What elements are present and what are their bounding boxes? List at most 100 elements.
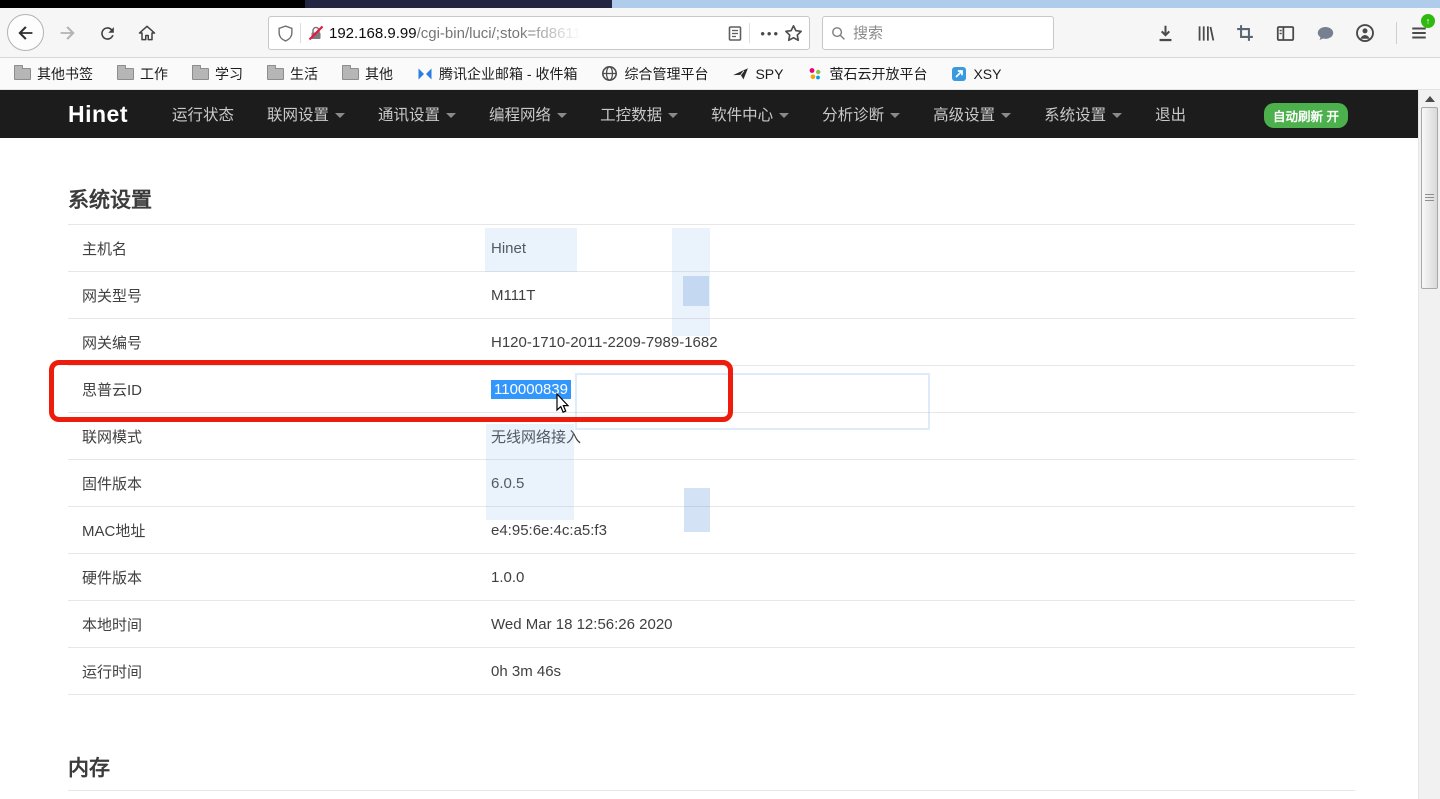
table-row-firmware-version: 固件版本 6.0.5 <box>68 460 1355 507</box>
nav-item-label: 分析诊断 <box>822 103 884 125</box>
bookmark-label: 其他书签 <box>37 64 93 84</box>
folder-icon <box>117 68 134 80</box>
bookmark-management-platform[interactable]: 综合管理平台 <box>601 64 708 84</box>
row-label: 本地时间 <box>68 614 491 635</box>
caret-down-icon <box>446 113 456 118</box>
row-value: 0h 3m 46s <box>491 663 561 680</box>
xsy-arrow-icon <box>951 66 967 82</box>
compression-artifact <box>684 488 710 532</box>
scrollbar-thumb[interactable] <box>1421 107 1438 289</box>
bookmark-folder-misc[interactable]: 其他 <box>342 64 393 84</box>
bookmark-spy[interactable]: SPY <box>732 65 783 82</box>
scrollbar-up-arrow[interactable] <box>1423 93 1437 105</box>
page-actions-icon[interactable]: ••• <box>760 26 780 41</box>
auto-refresh-badge[interactable]: 自动刷新 开 <box>1264 103 1348 128</box>
messenger-extension-button[interactable] <box>1310 18 1340 48</box>
nav-item-advanced-settings[interactable]: 高级设置 <box>933 103 1011 125</box>
bookmark-xsy[interactable]: XSY <box>951 66 1001 82</box>
nav-item-industrial-data[interactable]: 工控数据 <box>600 103 678 125</box>
nav-item-logout[interactable]: 退出 <box>1155 103 1186 125</box>
annotation-red-box <box>49 360 733 422</box>
nav-item-label: 运行状态 <box>172 103 234 125</box>
bookmark-folder-life[interactable]: 生活 <box>267 64 318 84</box>
bookmark-label: 综合管理平台 <box>624 64 708 84</box>
downloads-button[interactable] <box>1150 18 1180 48</box>
window-titlebar <box>0 0 1440 8</box>
reader-mode-icon[interactable] <box>727 25 743 42</box>
caret-down-icon <box>890 113 900 118</box>
bookmark-label: SPY <box>755 66 783 82</box>
bookmark-ezviz-platform[interactable]: 萤石云开放平台 <box>807 64 927 84</box>
nav-item-label: 软件中心 <box>711 103 773 125</box>
nav-item-diagnostics[interactable]: 分析诊断 <box>822 103 900 125</box>
url-path: /cgi-bin/luci/;stok=fd8611 <box>417 25 581 42</box>
row-label: 网关编号 <box>68 332 491 353</box>
tracking-shield-icon[interactable] <box>277 25 294 42</box>
nav-item-system-settings[interactable]: 系统设置 <box>1044 103 1122 125</box>
account-icon <box>1355 23 1375 43</box>
sidebar-button[interactable] <box>1270 18 1300 48</box>
row-label: 运行时间 <box>68 661 491 682</box>
search-icon <box>831 26 846 41</box>
bookmarks-bar: 其他书签 工作 学习 生活 其他 腾讯企业邮箱 - 收件箱 综合管理平台 SPY <box>0 58 1440 90</box>
forward-button[interactable] <box>52 18 82 48</box>
globe-icon <box>601 65 618 82</box>
reload-button[interactable] <box>92 18 122 48</box>
triangle-up-icon <box>1425 96 1435 102</box>
row-value: H120-1710-2011-2209-7989-1682 <box>491 334 718 351</box>
home-icon <box>137 23 157 43</box>
table-row-local-time: 本地时间 Wed Mar 18 12:56:26 2020 <box>68 601 1355 648</box>
insecure-lock-icon[interactable] <box>307 24 325 42</box>
nav-item-programming-network[interactable]: 编程网络 <box>489 103 567 125</box>
nav-item-network-settings[interactable]: 联网设置 <box>267 103 345 125</box>
row-value: 1.0.0 <box>491 569 524 586</box>
caret-down-icon <box>335 113 345 118</box>
row-value: Wed Mar 18 12:56:26 2020 <box>491 616 673 633</box>
row-label: 硬件版本 <box>68 567 491 588</box>
back-button[interactable] <box>7 14 44 51</box>
library-button[interactable] <box>1190 18 1220 48</box>
library-icon <box>1196 24 1215 43</box>
table-row-hostname: 主机名 Hinet <box>68 225 1355 272</box>
search-box[interactable] <box>822 16 1054 50</box>
url-text[interactable]: 192.168.9.99/cgi-bin/luci/;stok=fd8611 <box>329 25 727 42</box>
row-label: 固件版本 <box>68 473 491 494</box>
back-icon <box>15 22 37 44</box>
scrollbar-grip-icon <box>1425 194 1434 203</box>
page-scrollbar[interactable] <box>1418 90 1440 799</box>
nav-item-label: 通讯设置 <box>378 103 440 125</box>
tencent-mail-icon <box>417 66 433 82</box>
brand-logo[interactable]: Hinet <box>68 101 128 128</box>
url-bar[interactable]: 192.168.9.99/cgi-bin/luci/;stok=fd8611 •… <box>268 16 810 50</box>
bookmark-tencent-mail[interactable]: 腾讯企业邮箱 - 收件箱 <box>417 64 577 84</box>
row-label: MAC地址 <box>68 520 491 541</box>
sidebar-icon <box>1276 24 1295 43</box>
nav-item-software-center[interactable]: 软件中心 <box>711 103 789 125</box>
bookmark-label: 腾讯企业邮箱 - 收件箱 <box>439 64 577 84</box>
nav-item-comm-settings[interactable]: 通讯设置 <box>378 103 456 125</box>
compression-artifact <box>485 228 577 272</box>
nav-item-running-status[interactable]: 运行状态 <box>172 103 234 125</box>
screenshot-crop-icon <box>1236 24 1254 42</box>
search-input[interactable] <box>853 25 1023 42</box>
bookmark-folder-other-bookmarks[interactable]: 其他书签 <box>14 64 93 84</box>
compression-artifact <box>683 276 709 306</box>
bookmark-label: 生活 <box>290 64 318 84</box>
row-label: 网关型号 <box>68 285 491 306</box>
home-button[interactable] <box>132 18 162 48</box>
update-available-badge-icon[interactable]: ↑ <box>1421 14 1435 28</box>
table-row-hardware-version: 硬件版本 1.0.0 <box>68 554 1355 601</box>
bookmark-star-icon[interactable] <box>784 24 803 43</box>
table-row-gateway-serial: 网关编号 H120-1710-2011-2209-7989-1682 <box>68 319 1355 366</box>
section-divider <box>68 790 1355 791</box>
url-host: 192.168.9.99 <box>329 25 417 42</box>
bookmark-folder-study[interactable]: 学习 <box>192 64 243 84</box>
bookmark-label: 学习 <box>215 64 243 84</box>
bookmark-folder-work[interactable]: 工作 <box>117 64 168 84</box>
app-navbar: Hinet 运行状态 联网设置 通讯设置 编程网络 工控数据 软件中心 分析诊断… <box>0 90 1418 138</box>
system-info-table: 主机名 Hinet 网关型号 M111T 网关编号 H120-1710-2011… <box>68 224 1355 695</box>
account-button[interactable] <box>1350 18 1380 48</box>
screenshot-button[interactable] <box>1230 18 1260 48</box>
caret-down-icon <box>1001 113 1011 118</box>
ezviz-colored-dots-icon <box>807 66 823 82</box>
